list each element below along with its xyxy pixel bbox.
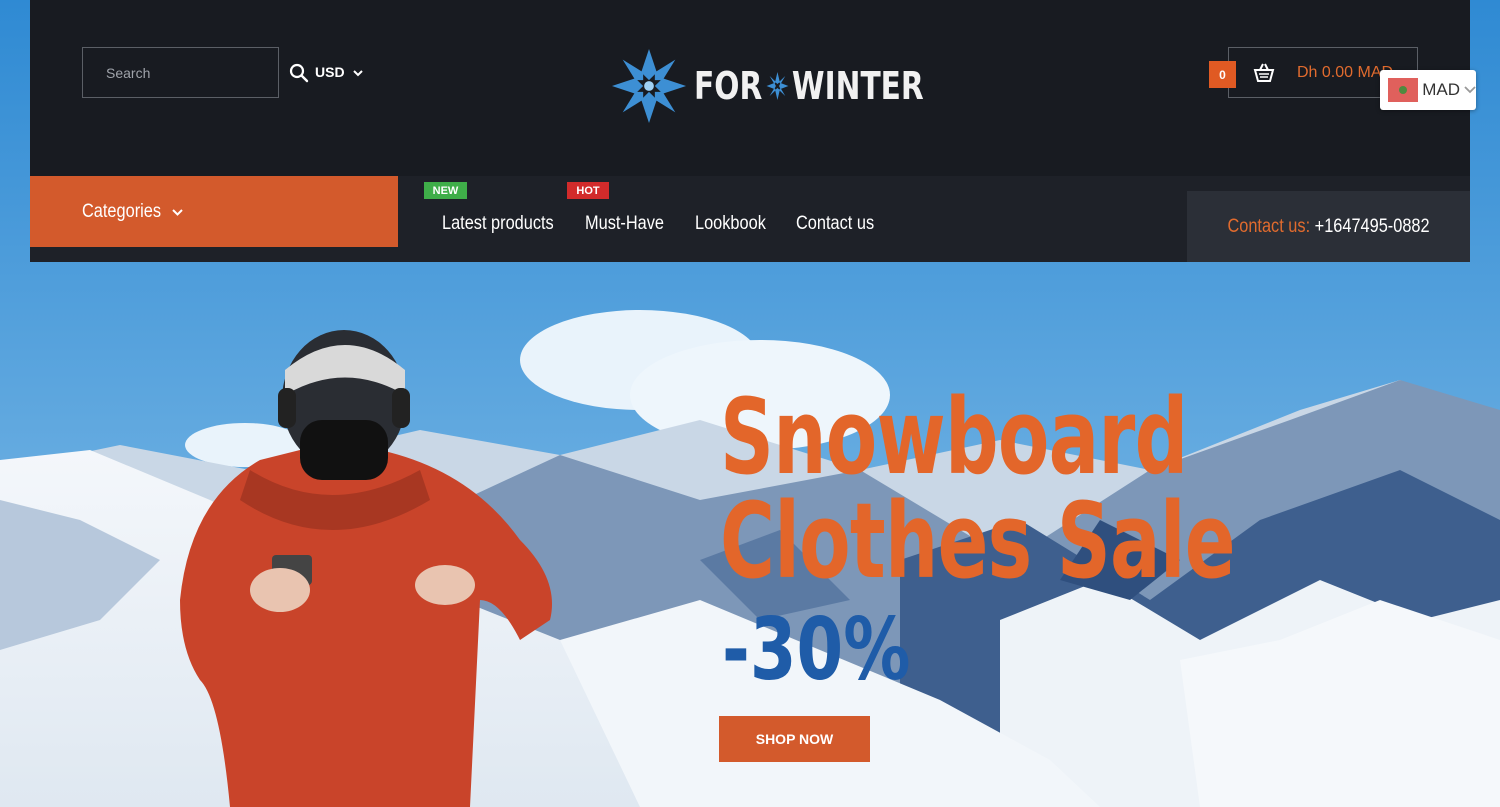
logo-text-left: FOR <box>694 64 763 108</box>
currency-code: MAD <box>1422 80 1460 99</box>
morocco-flag-icon <box>1388 78 1419 102</box>
hero-title-line-1: Snowboard <box>720 376 1188 498</box>
contact-info: Contact us: +1647495-0882 <box>1227 216 1429 238</box>
nav-item-lookbook[interactable]: Lookbook <box>695 213 766 235</box>
nav-item-latest-products[interactable]: Latest products <box>442 213 554 235</box>
new-badge: NEW <box>424 182 467 199</box>
chevron-down-icon <box>352 64 363 80</box>
hero-title: Snowboard Clothes Sale <box>720 376 1236 602</box>
nav-item-contact-us[interactable]: Contact us <box>796 213 874 235</box>
categories-button[interactable]: Categories <box>30 176 398 247</box>
shop-now-button[interactable]: SHOP NOW <box>719 716 870 762</box>
chevron-down-icon <box>172 203 183 221</box>
search-box <box>82 47 309 98</box>
contact-phone[interactable]: +1647495-0882 <box>1315 216 1430 237</box>
snowflake-logo-icon <box>611 48 687 124</box>
currency-converter-widget[interactable]: MAD <box>1380 70 1476 110</box>
cart-total: Dh 0.00 MAD <box>1297 63 1394 81</box>
main-navigation: Categories NEW HOT Latest products Must-… <box>30 176 1470 262</box>
logo-text-right: WINTER <box>791 64 924 108</box>
search-icon[interactable] <box>289 48 309 97</box>
hero-title-line-2: Clothes Sale <box>720 480 1236 602</box>
site-header: USD FOR <box>30 0 1470 176</box>
nav-item-must-have[interactable]: Must-Have <box>585 213 664 235</box>
currency-label: USD <box>315 64 345 80</box>
currency-selector[interactable]: USD <box>315 64 363 80</box>
categories-label: Categories <box>82 200 162 222</box>
hot-badge: HOT <box>567 182 609 199</box>
contact-panel: Contact us: +1647495-0882 <box>1187 191 1470 262</box>
contact-label: Contact us: <box>1227 215 1311 237</box>
site-logo[interactable]: FOR WINTER <box>610 46 989 126</box>
chevron-down-icon <box>1464 81 1476 99</box>
small-snowflake-icon <box>766 72 789 100</box>
hero-discount: -30% <box>722 600 911 700</box>
cart-count-badge: 0 <box>1209 61 1236 88</box>
search-input[interactable] <box>83 47 289 98</box>
shopping-basket-icon <box>1253 63 1275 83</box>
logo-wordmark: FOR WINTER <box>694 64 924 108</box>
